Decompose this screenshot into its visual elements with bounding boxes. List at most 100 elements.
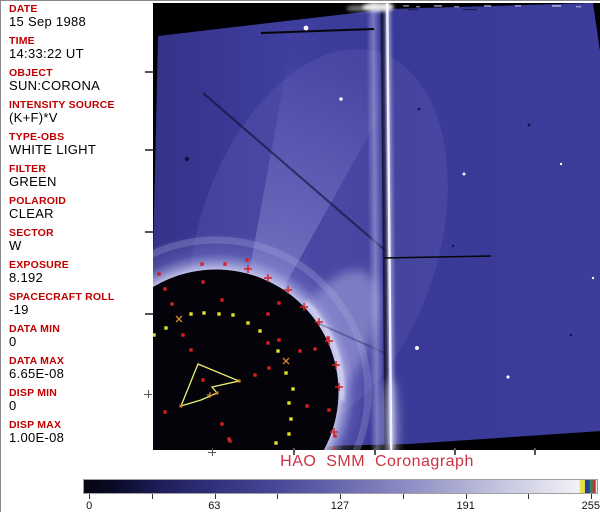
metadata-entry: INTENSITY SOURCE (K+F)*V bbox=[9, 100, 149, 125]
instrument-title: HAO SMM Coronagraph bbox=[280, 453, 474, 470]
metadata-value: WHITE LIGHT bbox=[9, 142, 97, 157]
metadata-entry: DISP MAX 1.00E-08 bbox=[9, 420, 149, 445]
red-fiducial-dot bbox=[201, 280, 205, 284]
metadata-entry: FILTER GREEN bbox=[9, 164, 149, 189]
dark-speck bbox=[451, 244, 455, 248]
axis-tick bbox=[145, 149, 153, 151]
yellow-fiducial-dot bbox=[287, 401, 291, 405]
yellow-fiducial-dot bbox=[289, 417, 293, 421]
metadata-value: 14:33:22 UT bbox=[9, 46, 84, 61]
dark-speck bbox=[184, 156, 190, 162]
axis-tick bbox=[147, 390, 149, 398]
red-fiducial-dot bbox=[157, 272, 161, 276]
red-fiducial-dot bbox=[201, 378, 205, 382]
yellow-fiducial-dot bbox=[202, 311, 206, 315]
metadata-entry: DATE 15 Sep 1988 bbox=[9, 4, 149, 29]
red-fiducial-dot bbox=[266, 341, 270, 345]
star-point bbox=[506, 375, 510, 379]
yellow-fiducial-dot bbox=[164, 326, 168, 330]
yellow-fiducial-dot bbox=[274, 441, 278, 445]
metadata-label: SECTOR bbox=[9, 227, 54, 239]
coronagraph-image bbox=[153, 3, 600, 450]
yellow-fiducial-dot bbox=[153, 333, 156, 337]
star-point bbox=[462, 172, 466, 176]
yellow-fiducial-dot bbox=[287, 432, 291, 436]
metadata-entry: SECTOR W bbox=[9, 228, 149, 253]
metadata-entry: POLAROID CLEAR bbox=[9, 196, 149, 221]
axis-tick bbox=[454, 448, 456, 455]
metadata-value: 1.00E-08 bbox=[9, 430, 65, 445]
yellow-fiducial-dot bbox=[246, 321, 250, 325]
red-fiducial-dot bbox=[223, 262, 227, 266]
metadata-label: SPACECRAFT ROLL bbox=[9, 291, 115, 303]
axis-tick bbox=[145, 71, 153, 73]
metadata-value: 0 bbox=[9, 334, 17, 349]
axis-tick bbox=[534, 448, 536, 455]
metadata-label: DISP MIN bbox=[9, 387, 58, 399]
colorbar-tick bbox=[528, 494, 530, 499]
colorbar-tick bbox=[277, 494, 279, 499]
metadata-value: 8.192 bbox=[9, 270, 44, 285]
star-point bbox=[591, 276, 595, 280]
red-fiducial-dot bbox=[200, 262, 204, 266]
metadata-entry: DATA MAX 6.65E-08 bbox=[9, 356, 149, 381]
metadata-value: (K+F)*V bbox=[9, 110, 58, 125]
red-fiducial-dot bbox=[253, 373, 257, 377]
dark-speck bbox=[417, 107, 421, 111]
metadata-entry: OBJECT SUN:CORONA bbox=[9, 68, 149, 93]
colorbar-tick-labels: 0 63 127 191 255 bbox=[83, 500, 600, 512]
colorbar-label: 63 bbox=[208, 500, 221, 512]
colorbar-tick bbox=[465, 494, 467, 499]
yellow-fiducial-dot bbox=[217, 312, 221, 316]
red-fiducial-dot bbox=[277, 301, 281, 305]
polygon-node-dot bbox=[179, 404, 183, 408]
red-fiducial-dot bbox=[163, 287, 167, 291]
red-fiducial-dot bbox=[189, 348, 193, 352]
red-fiducial-dot bbox=[170, 302, 174, 306]
smm-coronagraph-viewer-window: DATE 15 Sep 1988 TIME 14:33:22 UT OBJECT SUN:… bbox=[0, 0, 600, 512]
yellow-fiducial-dot bbox=[276, 349, 280, 353]
red-fiducial-dot bbox=[267, 366, 271, 370]
axis-tick bbox=[145, 231, 153, 233]
colorbar-tick bbox=[402, 494, 404, 499]
metadata-label: DATA MIN bbox=[9, 323, 60, 335]
metadata-value: CLEAR bbox=[9, 206, 54, 221]
star-point bbox=[415, 346, 419, 350]
metadata-entry: SPACECRAFT ROLL -19 bbox=[9, 292, 149, 317]
metadata-entry: TYPE-OBS WHITE LIGHT bbox=[9, 132, 149, 157]
star-point bbox=[559, 162, 563, 166]
polygon-node-dot bbox=[237, 379, 241, 383]
metadata-value: 0 bbox=[9, 398, 17, 413]
metadata-value: 6.65E-08 bbox=[9, 366, 65, 381]
red-fiducial-dot bbox=[277, 338, 281, 342]
intensity-colorbar bbox=[83, 479, 598, 494]
red-fiducial-dot bbox=[181, 333, 185, 337]
colorbar-label: 0 bbox=[86, 500, 93, 512]
dark-speck bbox=[569, 333, 573, 337]
dark-speck bbox=[527, 123, 531, 127]
axis-tick bbox=[145, 313, 153, 315]
metadata-entry: TIME 14:33:22 UT bbox=[9, 36, 149, 61]
metadata-entry: EXPOSURE 8.192 bbox=[9, 260, 149, 285]
star-point bbox=[303, 25, 309, 31]
red-fiducial-dot bbox=[266, 312, 270, 316]
metadata-value: W bbox=[9, 238, 22, 253]
red-fiducial-dot bbox=[245, 258, 249, 262]
axis-tick bbox=[374, 448, 376, 455]
metadata-panel: DATE 15 Sep 1988 TIME 14:33:22 UT OBJECT SUN:… bbox=[9, 4, 149, 452]
colorbar-tick bbox=[214, 494, 216, 499]
metadata-entry: DISP MIN 0 bbox=[9, 388, 149, 413]
colorbar-label: 255 bbox=[581, 500, 600, 512]
red-fiducial-dot bbox=[220, 422, 224, 426]
red-fiducial-dot bbox=[305, 404, 309, 408]
red-fiducial-dot bbox=[163, 410, 167, 414]
colorbar-tick bbox=[590, 494, 592, 499]
metadata-value: 15 Sep 1988 bbox=[9, 14, 87, 29]
red-fiducial-dot bbox=[227, 437, 231, 441]
red-fiducial-dot bbox=[220, 298, 224, 302]
coronagraph-image-canvas bbox=[153, 3, 600, 450]
red-fiducial-dot bbox=[298, 349, 302, 353]
colorbar-label: 127 bbox=[330, 500, 350, 512]
metadata-value: SUN:CORONA bbox=[9, 78, 101, 93]
yellow-fiducial-dot bbox=[231, 313, 235, 317]
